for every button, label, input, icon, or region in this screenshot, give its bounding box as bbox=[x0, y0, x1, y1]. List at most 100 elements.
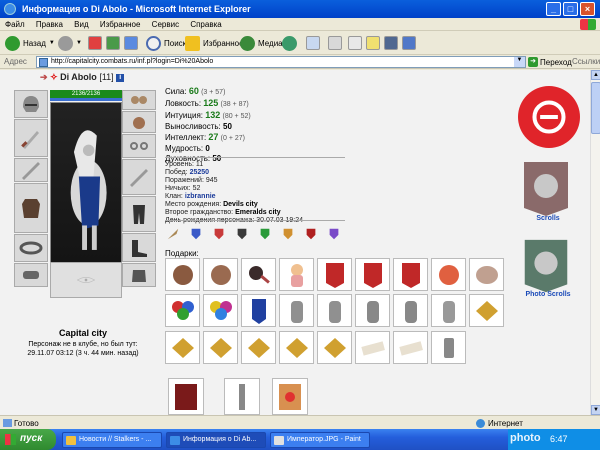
gift-item[interactable] bbox=[241, 331, 276, 364]
logo-icon bbox=[532, 100, 566, 134]
stop-button[interactable] bbox=[88, 34, 105, 52]
taskbar-item[interactable]: Новости // Stalkers - ... bbox=[62, 432, 162, 448]
scroll-gift-icon bbox=[360, 340, 385, 356]
menu-edit[interactable]: Правка bbox=[31, 18, 67, 29]
bottom-item[interactable] bbox=[168, 378, 204, 415]
gift-item[interactable] bbox=[393, 331, 428, 364]
shield-badge-icon[interactable] bbox=[280, 226, 296, 242]
bag-slot[interactable] bbox=[14, 263, 48, 287]
belt-slot[interactable] bbox=[14, 234, 48, 262]
gift-item[interactable] bbox=[279, 331, 314, 364]
status-text: Готово bbox=[14, 419, 39, 428]
scroll-down-icon[interactable]: ▼ bbox=[591, 405, 600, 415]
photo-scrolls-link[interactable]: Photo Scrolls bbox=[508, 291, 588, 298]
gift-item[interactable] bbox=[203, 258, 238, 291]
links-button[interactable]: Ссылки bbox=[572, 57, 600, 66]
gift-item[interactable] bbox=[355, 258, 390, 291]
menu-file[interactable]: Файл bbox=[0, 18, 29, 29]
edit-button[interactable] bbox=[348, 34, 365, 52]
shield-badge-icon[interactable] bbox=[234, 226, 250, 242]
gift-item[interactable] bbox=[355, 294, 390, 327]
gift-item[interactable] bbox=[393, 258, 428, 291]
gift-item[interactable] bbox=[203, 331, 238, 364]
weapon-slot[interactable] bbox=[14, 119, 48, 157]
gift-item[interactable] bbox=[165, 258, 200, 291]
offhand-slot[interactable] bbox=[122, 159, 156, 195]
quill-badge-icon[interactable] bbox=[165, 226, 181, 242]
legs-slot[interactable] bbox=[122, 196, 156, 232]
bottom-item[interactable] bbox=[272, 378, 308, 415]
back-button[interactable]: Назад ▼ bbox=[5, 34, 55, 52]
shield-badge-icon[interactable] bbox=[211, 226, 227, 242]
close-button[interactable]: × bbox=[580, 2, 595, 16]
gift-item[interactable] bbox=[355, 331, 390, 364]
vertical-scrollbar[interactable]: ▲ ▼ bbox=[590, 70, 600, 415]
home-button[interactable] bbox=[124, 34, 141, 52]
menu-tools[interactable]: Сервис bbox=[147, 18, 183, 29]
gift-item[interactable] bbox=[203, 294, 238, 327]
menu-favorites[interactable]: Избранное bbox=[95, 18, 145, 29]
gift-item[interactable] bbox=[241, 258, 276, 291]
gift-item[interactable] bbox=[165, 294, 200, 327]
amulet-slot[interactable] bbox=[122, 111, 156, 133]
refresh-button[interactable] bbox=[106, 34, 123, 52]
helmet-slot[interactable] bbox=[14, 90, 48, 118]
photo-scrolls-banner-icon[interactable] bbox=[520, 236, 572, 294]
shield-badge-icon[interactable] bbox=[257, 226, 273, 242]
discuss-button[interactable] bbox=[366, 34, 383, 52]
dagger-icon bbox=[130, 169, 148, 187]
gift-item[interactable] bbox=[279, 258, 314, 291]
club-logo[interactable] bbox=[518, 86, 580, 148]
info-value: 25250 bbox=[189, 169, 210, 176]
gift-item[interactable] bbox=[317, 331, 352, 364]
history-button[interactable] bbox=[282, 34, 300, 52]
clan-link[interactable]: izbrannie bbox=[185, 193, 216, 200]
shield-badge-icon[interactable] bbox=[188, 226, 204, 242]
scroll-thumb[interactable] bbox=[591, 82, 600, 134]
scroll-up-icon[interactable]: ▲ bbox=[591, 70, 600, 80]
chevron-down-icon[interactable]: ▼ bbox=[514, 57, 525, 67]
gift-item[interactable] bbox=[431, 294, 466, 327]
shield-badge-icon[interactable] bbox=[303, 226, 319, 242]
scrolls-link[interactable]: Scrolls bbox=[520, 215, 576, 222]
maximize-button[interactable]: □ bbox=[563, 2, 578, 16]
research-button[interactable] bbox=[402, 34, 419, 52]
scrolls-banner-icon[interactable] bbox=[520, 158, 572, 218]
messenger-button[interactable] bbox=[384, 34, 401, 52]
go-button[interactable]: ➜ Переход bbox=[528, 57, 572, 67]
minimize-button[interactable]: _ bbox=[546, 2, 561, 16]
earrings-slot[interactable] bbox=[122, 90, 156, 110]
address-input[interactable]: http://capitalcity.combats.ru/inf.pl?log… bbox=[36, 56, 526, 68]
hp-bar: 2136/2136 bbox=[50, 90, 122, 98]
print-button[interactable] bbox=[328, 34, 345, 52]
gift-item[interactable] bbox=[317, 258, 352, 291]
shield-badge-icon[interactable] bbox=[326, 226, 342, 242]
gift-item[interactable] bbox=[165, 331, 200, 364]
menu-view[interactable]: Вид bbox=[69, 18, 92, 29]
search-button[interactable]: Поиск bbox=[146, 34, 186, 52]
media-button[interactable]: Медиа bbox=[240, 34, 283, 52]
gift-item[interactable] bbox=[431, 331, 466, 364]
gift-item[interactable] bbox=[469, 258, 504, 291]
forward-button[interactable]: ▼ bbox=[58, 34, 82, 52]
gift-item[interactable] bbox=[469, 294, 504, 327]
bottom-item[interactable] bbox=[224, 378, 260, 415]
rings-slot[interactable] bbox=[122, 134, 156, 158]
weapon2-slot[interactable] bbox=[14, 158, 48, 182]
favorites-button[interactable]: Избранное bbox=[185, 34, 244, 52]
clock[interactable]: 6:47 bbox=[550, 434, 568, 444]
gift-item[interactable] bbox=[317, 294, 352, 327]
gift-item[interactable] bbox=[393, 294, 428, 327]
armor-slot[interactable] bbox=[14, 183, 48, 233]
gloves-slot[interactable] bbox=[122, 263, 156, 287]
taskbar-item[interactable]: Император.JPG - Paint bbox=[270, 432, 370, 448]
menu-help[interactable]: Справка bbox=[185, 18, 225, 29]
gift-item[interactable] bbox=[431, 258, 466, 291]
start-button[interactable]: пуск bbox=[0, 429, 56, 450]
mail-button[interactable] bbox=[306, 34, 323, 52]
gift-item[interactable] bbox=[241, 294, 276, 327]
gift-item[interactable] bbox=[279, 294, 314, 327]
boots-slot[interactable] bbox=[122, 233, 156, 262]
info-icon[interactable]: i bbox=[116, 73, 125, 82]
taskbar-item-active[interactable]: Информация о Di Ab... bbox=[166, 432, 266, 448]
